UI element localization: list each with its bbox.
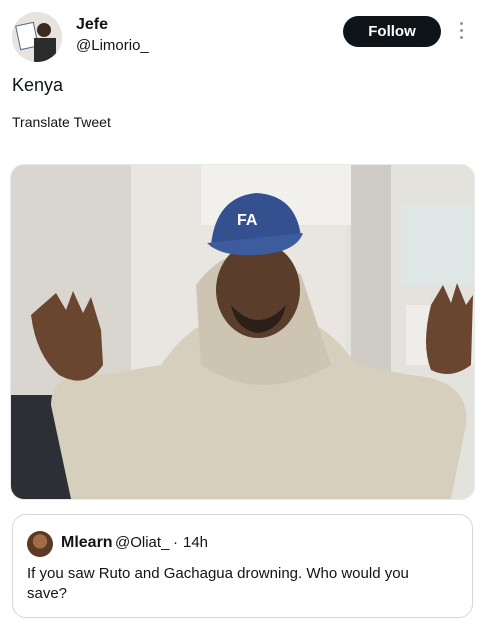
quoted-separator: ·: [173, 534, 178, 551]
quoted-author-avatar: [27, 531, 53, 557]
tweet-header: Jefe @Limorio_ Follow: [0, 0, 486, 70]
quoted-tweet-text: If you saw Ruto and Gachagua drowning. W…: [27, 565, 409, 602]
quoted-timestamp: 14h: [183, 534, 209, 551]
author-avatar[interactable]: [12, 12, 62, 62]
cap-logo-text: FA: [237, 212, 258, 229]
tweet-text: Kenya: [12, 75, 64, 95]
translate-tweet-link[interactable]: Translate Tweet: [12, 114, 111, 130]
author-handle[interactable]: @Limorio_: [76, 37, 149, 54]
quoted-author-name: Mlearn: [61, 534, 113, 551]
more-vertical-icon[interactable]: [455, 20, 467, 42]
quoted-tweet-card[interactable]: Mlearn @Oliat_ · 14h If you saw Ruto and…: [12, 514, 473, 618]
quoted-author-handle: @Oliat_: [115, 534, 170, 551]
follow-button[interactable]: Follow: [343, 16, 441, 47]
tweet-media-image[interactable]: FA: [10, 164, 475, 500]
author-name[interactable]: Jefe: [76, 16, 108, 34]
